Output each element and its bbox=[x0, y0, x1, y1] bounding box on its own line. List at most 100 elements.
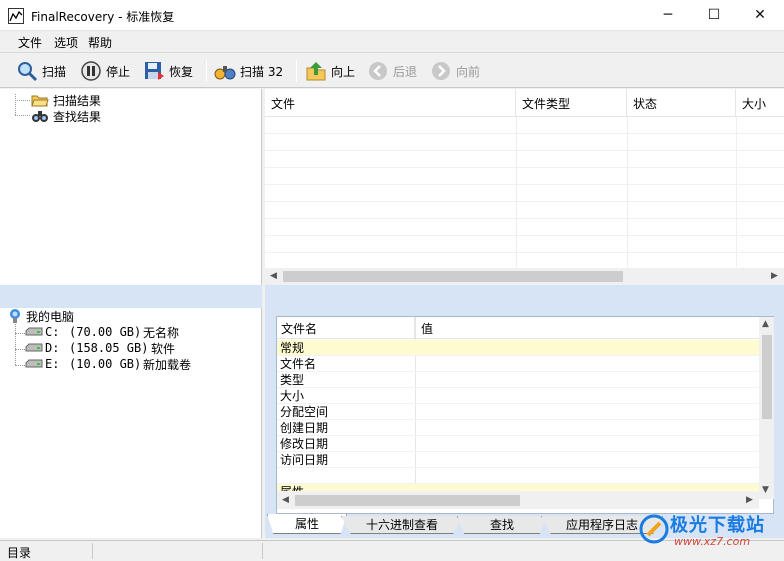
scrollbar-thumb[interactable] bbox=[295, 495, 520, 506]
table-row[interactable] bbox=[265, 134, 784, 151]
up-button[interactable]: 向上 bbox=[305, 59, 355, 83]
results-tree: 扫描结果 查找结果 bbox=[0, 89, 262, 285]
scan-button[interactable]: 扫描 bbox=[16, 59, 66, 83]
column-header-file-type[interactable]: 文件类型 bbox=[516, 89, 627, 117]
property-row[interactable]: 访问日期 bbox=[277, 452, 759, 468]
tree-item-my-computer[interactable]: 我的电脑 bbox=[7, 308, 74, 324]
close-button[interactable]: ✕ bbox=[737, 0, 783, 30]
minimize-button[interactable]: ─ bbox=[645, 0, 691, 30]
title-bar: FinalRecovery - 标准恢复 ─ ☐ ✕ bbox=[0, 0, 784, 31]
menu-file[interactable]: 文件 bbox=[18, 34, 42, 51]
properties-panel: 文件名 值 常规 文件名 类型 大小 分配空间 创建日期 修改日期 访问日期 属… bbox=[265, 308, 784, 538]
tree-item-drive-e[interactable]: E: (10.00 GB) 新加载卷 bbox=[25, 356, 191, 372]
tree-line bbox=[15, 100, 30, 101]
property-row[interactable]: 创建日期 bbox=[277, 420, 759, 436]
scroll-left-icon[interactable]: ◀ bbox=[270, 271, 277, 281]
tree-item-drive-c[interactable]: C: (70.00 GB) 无名称 bbox=[25, 324, 179, 340]
restore-button[interactable]: 恢复 bbox=[143, 59, 193, 83]
table-row[interactable] bbox=[265, 117, 784, 134]
tree-line bbox=[15, 115, 30, 116]
maximize-button[interactable]: ☐ bbox=[691, 0, 737, 30]
property-row[interactable]: 分配空间 bbox=[277, 404, 759, 420]
pause-icon bbox=[81, 61, 101, 81]
property-row[interactable]: 修改日期 bbox=[277, 436, 759, 452]
menu-options[interactable]: 选项 bbox=[54, 34, 78, 51]
properties-hscrollbar[interactable]: ◀ ▶ bbox=[277, 492, 759, 509]
back-label: 后退 bbox=[393, 64, 418, 79]
window-title: FinalRecovery - 标准恢复 bbox=[31, 10, 175, 24]
file-list-hscrollbar[interactable]: ◀ ▶ bbox=[265, 268, 784, 285]
table-row[interactable] bbox=[265, 202, 784, 219]
scroll-right-icon[interactable]: ▶ bbox=[771, 271, 778, 281]
scroll-down-icon[interactable]: ▼ bbox=[762, 485, 769, 495]
scan32-label: 扫描 32 bbox=[240, 64, 284, 79]
scan32-button[interactable]: 扫描 32 bbox=[214, 59, 283, 83]
hard-drive-icon bbox=[25, 327, 43, 336]
table-row[interactable] bbox=[265, 185, 784, 202]
arrow-left-icon bbox=[369, 62, 387, 80]
scan-label: 扫描 bbox=[42, 64, 67, 79]
toolbar-separator bbox=[206, 60, 207, 82]
property-row[interactable]: 类型 bbox=[277, 372, 759, 388]
computer-icon bbox=[10, 309, 20, 323]
scrollbar-thumb[interactable] bbox=[762, 335, 772, 419]
folder-up-icon bbox=[306, 62, 326, 81]
drive-label: 新加载卷 bbox=[143, 357, 192, 372]
drive-label: 软件 bbox=[151, 341, 176, 356]
magnifier-icon bbox=[18, 62, 38, 82]
tab-hex-view[interactable]: 十六进制查看 bbox=[341, 516, 463, 534]
tree-item-label: 我的电脑 bbox=[26, 309, 75, 324]
properties-vscrollbar[interactable]: ▲ ▼ bbox=[759, 317, 774, 499]
toolbar-separator bbox=[296, 60, 297, 82]
table-row[interactable] bbox=[265, 168, 784, 185]
tree-line bbox=[15, 349, 25, 350]
stop-button[interactable]: 停止 bbox=[80, 59, 130, 83]
scroll-right-icon[interactable]: ▶ bbox=[746, 495, 753, 505]
stop-label: 停止 bbox=[106, 64, 131, 79]
property-row[interactable] bbox=[277, 468, 759, 484]
watermark-url: www.xz7.com bbox=[674, 535, 751, 548]
column-header-size[interactable]: 大小 bbox=[736, 89, 784, 117]
property-row[interactable]: 大小 bbox=[277, 388, 759, 404]
menu-help[interactable]: 帮助 bbox=[88, 34, 112, 51]
drive-letter: D: bbox=[45, 341, 60, 355]
tab-properties[interactable]: 属性 bbox=[267, 514, 347, 534]
table-row[interactable] bbox=[265, 151, 784, 168]
drive-size: (70.00 GB) bbox=[69, 325, 142, 339]
column-header-file[interactable]: 文件 bbox=[265, 89, 516, 117]
scrollbar-thumb[interactable] bbox=[283, 271, 623, 282]
forward-label: 向前 bbox=[456, 64, 481, 79]
back-button[interactable]: 后退 bbox=[367, 59, 417, 83]
binoculars-icon bbox=[214, 66, 236, 80]
property-row[interactable]: 文件名 bbox=[277, 356, 759, 372]
app-icon bbox=[8, 8, 24, 24]
tree-item-search-results[interactable]: 查找结果 bbox=[31, 108, 101, 124]
column-header-status[interactable]: 状态 bbox=[627, 89, 736, 117]
splitter-strip[interactable] bbox=[0, 285, 784, 308]
tree-item-scan-results[interactable]: 扫描结果 bbox=[31, 92, 101, 108]
drive-size: (158.05 GB) bbox=[69, 341, 149, 355]
tab-search[interactable]: 查找 bbox=[457, 516, 547, 534]
forward-button[interactable]: 向前 bbox=[430, 59, 480, 83]
drive-label: 无名称 bbox=[143, 325, 180, 340]
table-row[interactable] bbox=[265, 236, 784, 253]
drive-tree: 我的电脑 C: (70.00 GB) 无名称 D: (158.05 GB) 软件… bbox=[0, 308, 262, 538]
column-header-name[interactable]: 文件名 bbox=[277, 317, 415, 339]
folder-open-icon bbox=[31, 95, 49, 107]
scroll-up-icon[interactable]: ▲ bbox=[762, 319, 769, 329]
status-separator bbox=[92, 543, 93, 559]
scroll-left-icon[interactable]: ◀ bbox=[282, 495, 289, 505]
tree-item-drive-d[interactable]: D: (158.05 GB) 软件 bbox=[25, 340, 175, 356]
tree-line bbox=[15, 94, 16, 115]
vertical-splitter[interactable] bbox=[262, 285, 265, 308]
tree-item-label: 查找结果 bbox=[53, 109, 102, 124]
property-group-general[interactable]: 常规 bbox=[277, 340, 759, 356]
tree-line bbox=[15, 322, 16, 365]
status-separator bbox=[262, 543, 263, 559]
column-header-value[interactable]: 值 bbox=[417, 317, 757, 339]
watermark: 极光下载站 www.xz7.com bbox=[636, 509, 782, 555]
properties-header: 文件名 值 bbox=[277, 317, 759, 339]
tree-line bbox=[15, 365, 25, 366]
table-row[interactable] bbox=[265, 219, 784, 236]
property-group-attributes[interactable]: 属性 bbox=[277, 484, 759, 492]
